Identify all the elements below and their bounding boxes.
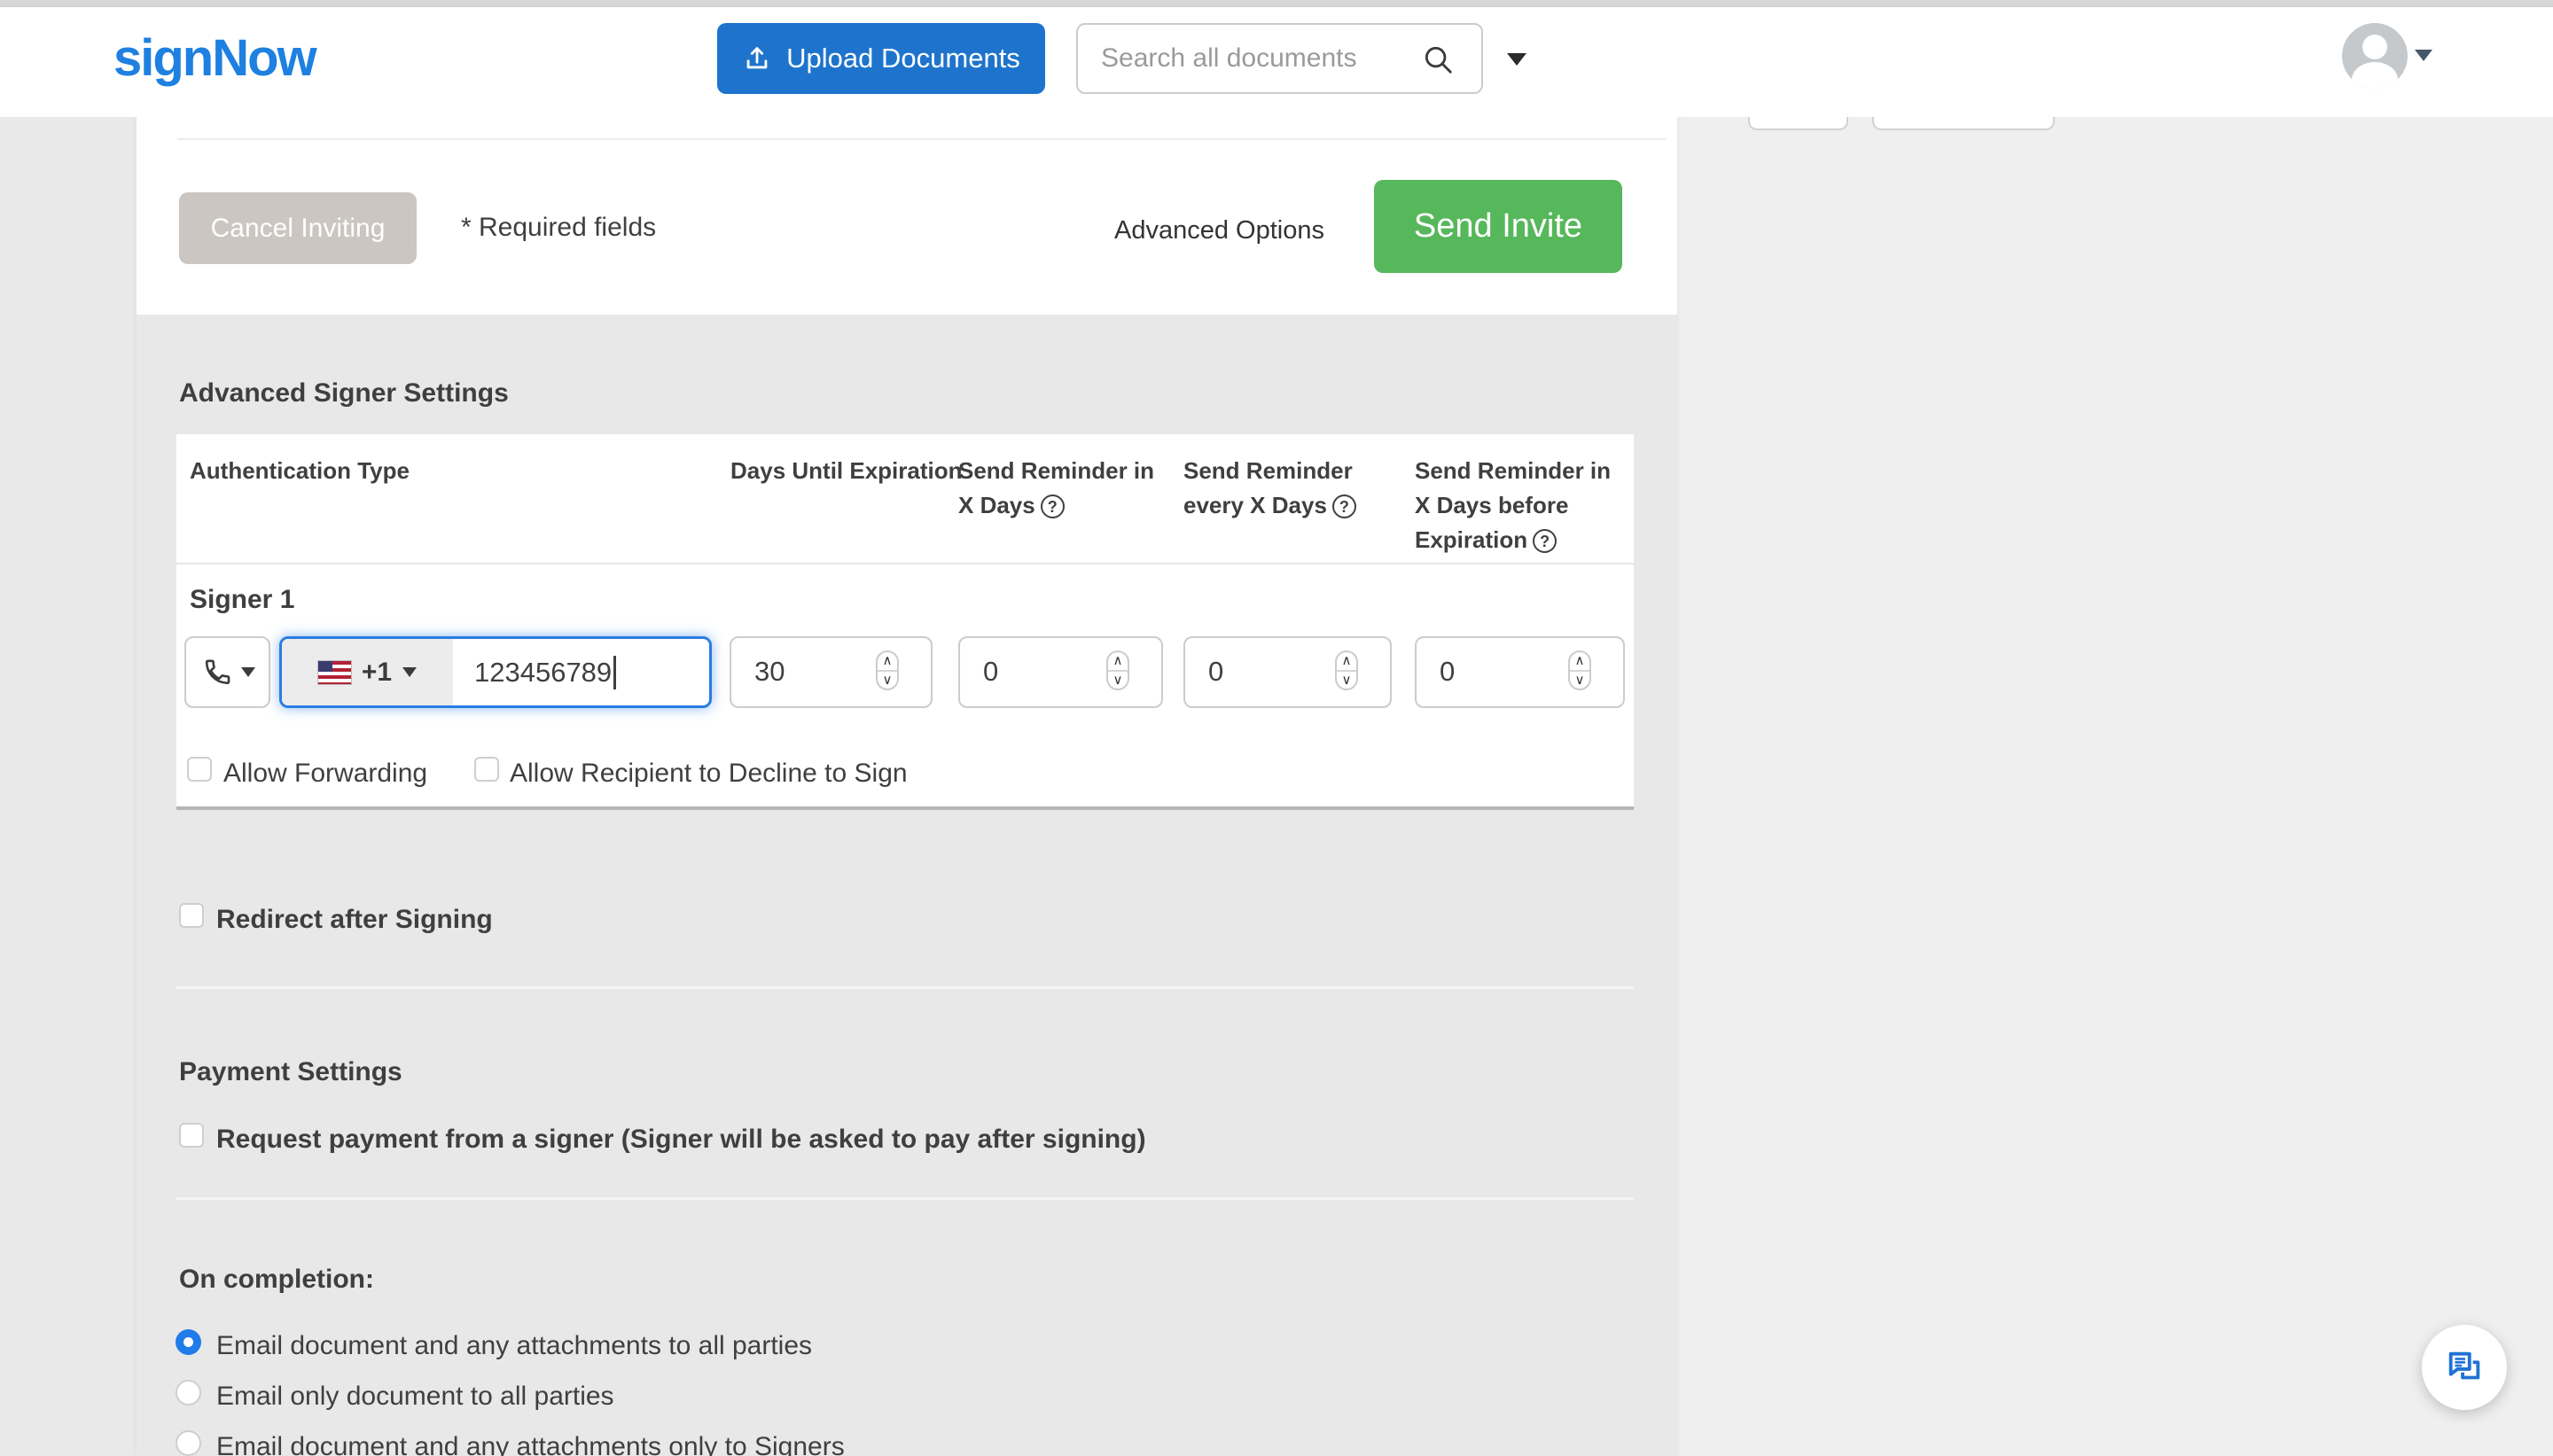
help-icon[interactable]: ? xyxy=(1533,529,1558,553)
partial-button-left[interactable] xyxy=(1748,117,1848,130)
column-header-authentication-type: Authentication Type xyxy=(190,457,410,484)
search-input[interactable] xyxy=(1101,25,1411,92)
send-invite-button[interactable]: Send Invite xyxy=(1374,180,1622,273)
help-icon[interactable]: ? xyxy=(1331,494,1356,518)
account-menu-caret[interactable] xyxy=(2415,50,2432,61)
invite-settings-card: Cancel Inviting * Required fields Advanc… xyxy=(137,117,1677,1456)
payment-settings-title: Payment Settings xyxy=(179,1057,402,1086)
send-reminder-before-expiration-stepper[interactable]: 0 ∧ ∨ xyxy=(1415,636,1625,708)
column-header-send-reminder-every-x-days: Send Reminder every X Days? xyxy=(1183,454,1405,523)
allow-decline-label[interactable]: Allow Recipient to Decline to Sign xyxy=(510,759,908,789)
stepper-spinner[interactable]: ∧ ∨ xyxy=(1335,650,1358,690)
browser-chrome-strip xyxy=(0,0,2553,7)
app-header: signNow Upload Documents xyxy=(0,7,2553,117)
search-box xyxy=(1076,23,1483,94)
completion-radio-all-parties-with-attachments[interactable] xyxy=(176,1329,201,1355)
column-header-send-reminder-in-x-days: Send Reminder in X Days? xyxy=(958,457,1155,518)
allow-decline-checkbox[interactable] xyxy=(474,757,499,782)
signnow-invite-settings-page: signNow Upload Documents Cancel Inv xyxy=(0,0,2553,1456)
signer-settings-table: Authentication Type Days Until Expiratio… xyxy=(176,434,1634,810)
spin-down-icon[interactable]: ∨ xyxy=(1337,669,1356,689)
divider xyxy=(176,986,1634,989)
stepper-spinner[interactable]: ∧ ∨ xyxy=(1106,650,1129,690)
search-scope-dropdown-caret[interactable] xyxy=(1507,53,1526,66)
completion-option-label[interactable]: Email only document to all parties xyxy=(216,1382,614,1412)
spin-up-icon[interactable]: ∧ xyxy=(1337,652,1356,670)
flag-canton xyxy=(317,660,332,672)
divider xyxy=(177,138,1667,140)
required-fields-note: * Required fields xyxy=(461,213,657,242)
chevron-down-icon xyxy=(240,667,255,677)
stepper-spinner[interactable]: ∧ ∨ xyxy=(1568,650,1591,690)
phone-number-value[interactable]: 123456789 xyxy=(453,639,617,705)
right-side-panel xyxy=(1677,117,2553,1456)
allow-forwarding-checkbox[interactable] xyxy=(187,757,212,782)
request-payment-label[interactable]: Request payment from a signer (Signer wi… xyxy=(216,1125,1146,1155)
spin-down-icon[interactable]: ∨ xyxy=(1108,669,1128,689)
search-icon[interactable] xyxy=(1421,43,1455,76)
table-header-border xyxy=(176,563,1634,564)
column-header-days-until-expiration: Days Until Expiration xyxy=(730,457,963,484)
redirect-after-signing-label[interactable]: Redirect after Signing xyxy=(216,905,493,935)
invite-action-bar: Cancel Inviting * Required fields Advanc… xyxy=(137,117,1677,315)
upload-documents-label: Upload Documents xyxy=(786,43,1020,74)
phone-icon xyxy=(205,659,230,684)
upload-documents-button[interactable]: Upload Documents xyxy=(717,23,1045,94)
us-flag-icon xyxy=(316,659,352,685)
cancel-inviting-button[interactable]: Cancel Inviting xyxy=(179,192,417,264)
allow-forwarding-label[interactable]: Allow Forwarding xyxy=(223,759,427,789)
dial-code-label: +1 xyxy=(361,657,393,687)
text-cursor xyxy=(613,655,617,689)
partial-button-right[interactable] xyxy=(1872,117,2055,130)
spin-up-icon[interactable]: ∧ xyxy=(878,652,897,670)
phone-number-field[interactable]: +1 123456789 xyxy=(279,636,712,708)
upload-icon xyxy=(746,47,768,69)
chevron-down-icon xyxy=(1507,53,1526,66)
completion-option-label[interactable]: Email document and any attachments to al… xyxy=(216,1331,812,1361)
stepper-value: 0 xyxy=(983,656,999,687)
advanced-signer-settings-title: Advanced Signer Settings xyxy=(179,378,509,408)
user-avatar[interactable] xyxy=(2342,23,2408,89)
send-reminder-every-x-days-stepper[interactable]: 0 ∧ ∨ xyxy=(1183,636,1392,708)
send-reminder-in-x-days-stepper[interactable]: 0 ∧ ∨ xyxy=(958,636,1163,708)
signer-1-label: Signer 1 xyxy=(190,585,295,614)
radio-dot xyxy=(183,1337,193,1347)
spin-up-icon[interactable]: ∧ xyxy=(1108,652,1128,670)
support-chat-button[interactable] xyxy=(2422,1325,2507,1410)
advanced-signer-settings-section: Advanced Signer Settings Authentication … xyxy=(137,315,1677,1456)
chevron-down-icon xyxy=(402,667,418,677)
signnow-logo[interactable]: signNow xyxy=(113,28,317,88)
chat-icon xyxy=(2448,1351,2480,1380)
avatar-shoulders-shape xyxy=(2352,62,2398,89)
country-code-dropdown[interactable]: +1 xyxy=(282,639,453,705)
spin-down-icon[interactable]: ∨ xyxy=(878,669,897,689)
completion-radio-only-document[interactable] xyxy=(176,1380,201,1405)
stepper-value: 0 xyxy=(1208,656,1224,687)
completion-option-label[interactable]: Email document and any attachments only … xyxy=(216,1432,845,1456)
stepper-spinner[interactable]: ∧ ∨ xyxy=(876,650,899,690)
request-payment-checkbox[interactable] xyxy=(179,1123,204,1148)
stepper-value: 0 xyxy=(1440,656,1456,687)
completion-radio-only-signers[interactable] xyxy=(176,1430,201,1456)
days-until-expiration-stepper[interactable]: 30 ∧ ∨ xyxy=(730,636,933,708)
spin-up-icon[interactable]: ∧ xyxy=(1570,652,1589,670)
avatar-head-shape xyxy=(2362,35,2387,59)
chevron-down-icon xyxy=(2415,50,2432,61)
help-icon[interactable]: ? xyxy=(1040,494,1065,518)
stepper-value: 30 xyxy=(754,656,785,687)
redirect-after-signing-checkbox[interactable] xyxy=(179,903,204,928)
divider xyxy=(176,1197,1634,1200)
spin-down-icon[interactable]: ∨ xyxy=(1570,669,1589,689)
on-completion-title: On completion: xyxy=(179,1265,374,1294)
column-header-send-reminder-before-expiration: Send Reminder in X Days before Expiratio… xyxy=(1415,457,1612,553)
advanced-options-link[interactable]: Advanced Options xyxy=(1114,216,1324,245)
auth-type-dropdown[interactable] xyxy=(184,636,270,708)
